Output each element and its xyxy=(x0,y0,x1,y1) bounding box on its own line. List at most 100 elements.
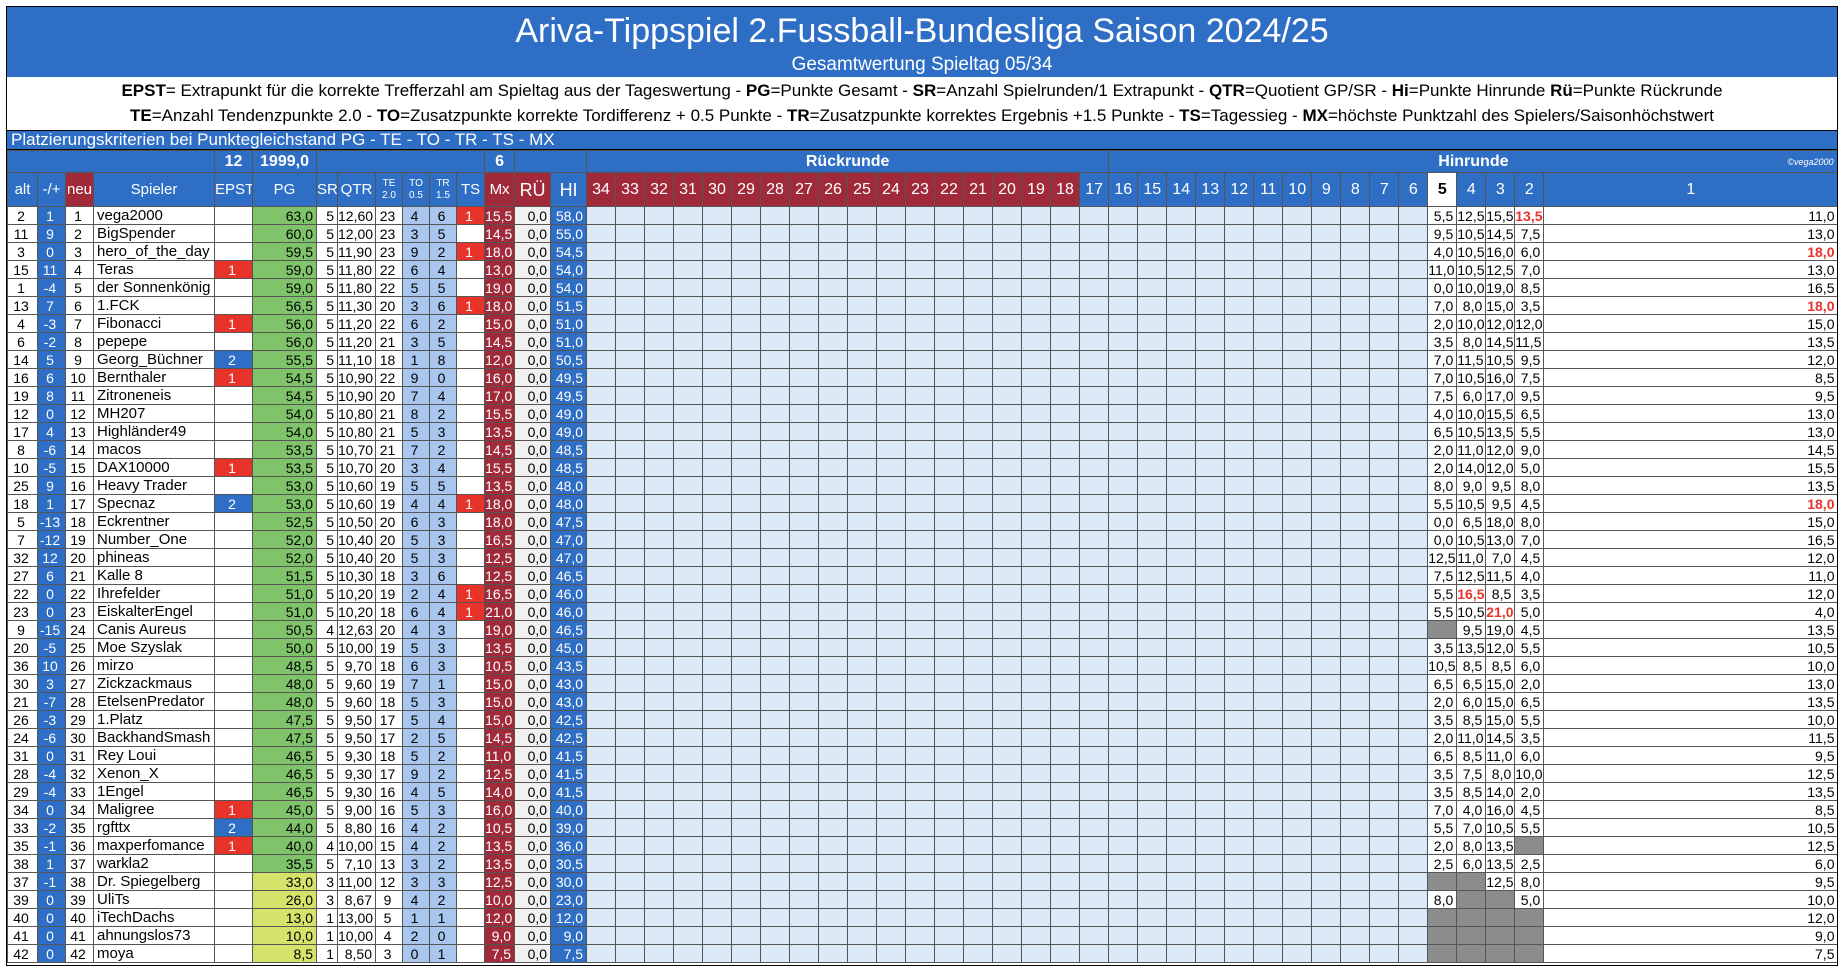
cell-day-empty xyxy=(1282,746,1313,765)
cell-day-4: 7,5 xyxy=(1456,764,1487,783)
cell-day-empty xyxy=(1282,818,1313,837)
cell-tr: 2 xyxy=(429,854,457,873)
cell-tr: 2 xyxy=(429,404,457,423)
cell-day-empty xyxy=(1340,242,1371,261)
cell-day-empty xyxy=(1369,872,1400,891)
cell-day-empty xyxy=(1021,764,1052,783)
cell-day-empty xyxy=(934,926,965,945)
day-header-25: 25 xyxy=(847,172,878,207)
cell-day-empty xyxy=(1079,602,1110,621)
cell-day-empty xyxy=(992,656,1023,675)
cell-day-empty xyxy=(1311,332,1342,351)
cell-day-empty xyxy=(1050,746,1081,765)
cell-day-empty xyxy=(586,746,617,765)
cell-day-empty xyxy=(1050,260,1081,279)
cell-neu: 7 xyxy=(65,314,94,333)
cell-diff: -6 xyxy=(37,728,66,747)
cell-ts xyxy=(455,908,486,927)
cell-player: 1.Platz xyxy=(93,710,215,729)
cell-epst: 1 xyxy=(214,314,253,333)
cell-day-empty xyxy=(615,710,646,729)
cell-day-empty xyxy=(1137,242,1168,261)
cell-day-empty xyxy=(1079,422,1110,441)
cell-mx: 15,0 xyxy=(484,314,516,333)
cell-day-empty xyxy=(963,926,994,945)
cell-ru: 0,0 xyxy=(514,440,552,459)
cell-neu: 11 xyxy=(65,386,94,405)
cell-day-empty xyxy=(673,656,704,675)
cell-epst: 1 xyxy=(214,260,253,279)
cell-day-empty xyxy=(934,242,965,261)
cell-day-empty xyxy=(1108,548,1139,567)
cell-day-empty xyxy=(1021,260,1052,279)
cell-day-empty xyxy=(760,368,791,387)
cell-day-empty xyxy=(1021,458,1052,477)
cell-day-empty xyxy=(731,656,762,675)
cell-hi: 7,5 xyxy=(550,944,588,963)
cell-day-empty xyxy=(1195,494,1226,513)
cell-day-5: 0,0 xyxy=(1427,530,1458,549)
cell-day-empty xyxy=(1079,692,1110,711)
cell-day-empty xyxy=(1021,692,1052,711)
cell-to: 4 xyxy=(402,206,430,225)
cell-day-empty xyxy=(615,296,646,315)
cell-day-empty xyxy=(847,386,878,405)
cell-pg: 35,5 xyxy=(252,854,317,873)
cell-day-empty xyxy=(586,836,617,855)
cell-player: Kalle 8 xyxy=(93,566,215,585)
cell-day-empty xyxy=(963,224,994,243)
cell-day-empty xyxy=(963,296,994,315)
legend-key: PG xyxy=(745,81,771,100)
total-epst: 12 xyxy=(214,150,253,173)
cell-ru: 0,0 xyxy=(514,746,552,765)
cell-ru: 0,0 xyxy=(514,890,552,909)
cell-player: BackhandSmash xyxy=(93,728,215,747)
legend-text: =Punkte Hinrunde xyxy=(1408,81,1551,100)
cell-day-empty xyxy=(1282,296,1313,315)
cell-day-empty xyxy=(1369,296,1400,315)
cell-day-empty xyxy=(992,332,1023,351)
cell-day-empty xyxy=(1282,638,1313,657)
cell-day-empty xyxy=(673,332,704,351)
cell-day-empty xyxy=(934,584,965,603)
cell-ts xyxy=(455,422,486,441)
cell-day-empty xyxy=(1050,728,1081,747)
cell-sr: 5 xyxy=(316,476,338,495)
legend-line-1: EPST= Extrapunkt für die korrekte Treffe… xyxy=(7,78,1837,103)
cell-day-empty xyxy=(1253,332,1284,351)
cell-day-empty xyxy=(1369,764,1400,783)
cell-mx: 11,0 xyxy=(484,746,516,765)
cell-day-empty xyxy=(673,692,704,711)
cell-day-empty xyxy=(963,746,994,765)
table-row: 22 0 22 Ihrefelder 51,0 5 10,20 19 2 4 1 16,5 0,0 46,… xyxy=(7,584,1837,603)
cell-ru: 0,0 xyxy=(514,584,552,603)
cell-tr: 3 xyxy=(429,656,457,675)
cell-diff: -2 xyxy=(37,818,66,837)
cell-day-empty xyxy=(586,710,617,729)
cell-day-empty xyxy=(1398,620,1429,639)
cell-day-1: 10,5 xyxy=(1543,818,1837,837)
cell-alt: 4 xyxy=(7,314,38,333)
cell-day-empty xyxy=(818,422,849,441)
cell-day-empty xyxy=(963,710,994,729)
cell-day-empty xyxy=(1398,944,1429,963)
cell-day-1: 11,0 xyxy=(1543,566,1837,585)
cell-day-empty xyxy=(1282,656,1313,675)
cell-day-1: 13,0 xyxy=(1543,404,1837,423)
cell-pg: 54,0 xyxy=(252,422,317,441)
cell-day-empty xyxy=(1166,350,1197,369)
cell-te: 18 xyxy=(375,746,403,765)
cell-player: Number_One xyxy=(93,530,215,549)
cell-hi: 47,0 xyxy=(550,548,588,567)
table-row: 34 0 34 Maligree 1 45,0 5 9,00 16 5 3 16,0 0,0 40,0 7,… xyxy=(7,800,1837,819)
cell-day-empty xyxy=(1311,764,1342,783)
cell-day-empty xyxy=(963,332,994,351)
cell-day-empty xyxy=(760,458,791,477)
cell-ts xyxy=(455,458,486,477)
cell-day-empty xyxy=(847,854,878,873)
cell-to: 1 xyxy=(402,350,430,369)
cell-day-empty xyxy=(1137,944,1168,963)
cell-ts: 1 xyxy=(455,494,486,513)
cell-epst xyxy=(214,890,253,909)
cell-mx: 12,0 xyxy=(484,350,516,369)
